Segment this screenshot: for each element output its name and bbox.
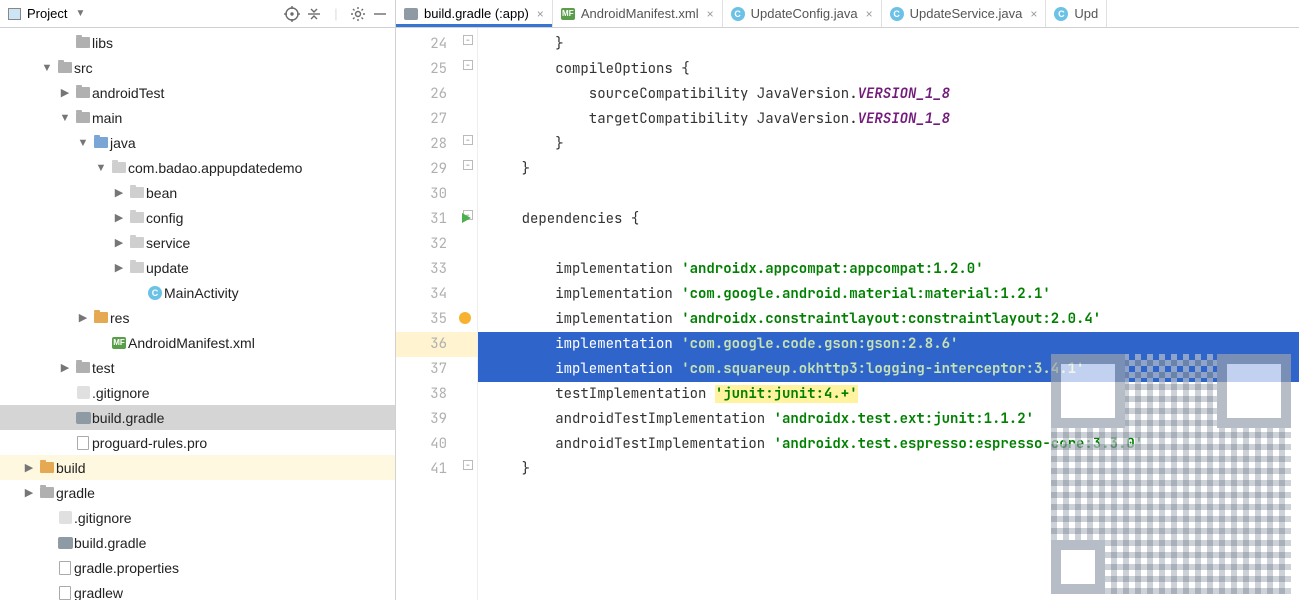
code-area[interactable]: − − − − − − 24 25 26 27 28 29 30 31 32 3… [396, 28, 1299, 600]
line-number: 26 [396, 82, 477, 107]
line-number: 30 [396, 182, 477, 207]
sidebar-title-label: Project [27, 6, 67, 21]
line-number: 39 [396, 407, 477, 432]
tab-updateservice[interactable]: CUpdateService.java× [882, 0, 1047, 27]
tree-folder-libs[interactable]: libs [0, 30, 395, 55]
bulb-icon[interactable] [459, 312, 471, 324]
tree-file-proguard[interactable]: proguard-rules.pro [0, 430, 395, 455]
tree-file-gradleProps[interactable]: gradle.properties [0, 555, 395, 580]
tree-file-gitignore-app[interactable]: .gitignore [0, 380, 395, 405]
tab-label: Upd [1074, 6, 1098, 21]
code-line: targetCompatibility JavaVersion.VERSION_… [478, 107, 1299, 132]
tree-package[interactable]: ▼com.badao.appupdatedemo [0, 155, 395, 180]
line-number: 31 [396, 207, 477, 232]
sidebar-title[interactable]: Project ▼ [4, 4, 89, 23]
line-number: 24 [396, 32, 477, 57]
tree-folder-src[interactable]: ▼src [0, 55, 395, 80]
code-line: } [478, 157, 1299, 182]
code-line [478, 232, 1299, 257]
tab-label: build.gradle (:app) [424, 6, 529, 21]
code-body[interactable]: } compileOptions { sourceCompatibility J… [478, 28, 1299, 600]
line-number: 40 [396, 432, 477, 457]
tab-upd[interactable]: CUpd [1046, 0, 1107, 27]
tree-folder-build[interactable]: ▶build [0, 455, 395, 480]
code-line: } [478, 32, 1299, 57]
tree-folder-service[interactable]: ▶service [0, 230, 395, 255]
dropdown-icon: ▼ [75, 8, 85, 19]
line-number: 38 [396, 382, 477, 407]
code-line: } [478, 457, 1299, 482]
divider-icon: | [325, 3, 347, 25]
code-line: implementation 'androidx.constraintlayou… [478, 307, 1299, 332]
tree-folder-androidTest[interactable]: ▶androidTest [0, 80, 395, 105]
line-number: 29 [396, 157, 477, 182]
line-number: 37 [396, 357, 477, 382]
line-number: 32 [396, 232, 477, 257]
hide-icon[interactable] [369, 3, 391, 25]
line-number: 25 [396, 57, 477, 82]
tab-label: UpdateService.java [910, 6, 1023, 21]
sidebar-header: Project ▼ | [0, 0, 395, 28]
collapse-icon[interactable] [303, 3, 325, 25]
tab-updateconfig[interactable]: CUpdateConfig.java× [723, 0, 882, 27]
close-icon[interactable]: × [1030, 7, 1037, 21]
code-line: compileOptions { [478, 57, 1299, 82]
tree-file-buildGradle-app[interactable]: build.gradle [0, 405, 395, 430]
tree-folder-java[interactable]: ▼java [0, 130, 395, 155]
code-line: implementation 'com.squareup.okhttp3:log… [478, 357, 1299, 382]
code-line: } [478, 132, 1299, 157]
tab-manifest[interactable]: MFAndroidManifest.xml× [553, 0, 723, 27]
code-line: androidTestImplementation 'androidx.test… [478, 407, 1299, 432]
tree-folder-gradle[interactable]: ▶gradle [0, 480, 395, 505]
project-tree: libs ▼src ▶androidTest ▼main ▼java ▼com.… [0, 28, 395, 600]
line-number: 41 [396, 457, 477, 482]
close-icon[interactable]: × [866, 7, 873, 21]
code-line: sourceCompatibility JavaVersion.VERSION_… [478, 82, 1299, 107]
code-line [478, 182, 1299, 207]
run-icon[interactable] [462, 213, 471, 223]
tree-file-buildGradle-root[interactable]: build.gradle [0, 530, 395, 555]
code-line: testImplementation 'junit:junit:4.+' [478, 382, 1299, 407]
tree-folder-bean[interactable]: ▶bean [0, 180, 395, 205]
tree-folder-res[interactable]: ▶res [0, 305, 395, 330]
gutter: − − − − − − 24 25 26 27 28 29 30 31 32 3… [396, 28, 478, 600]
editor-tabs: build.gradle (:app)× MFAndroidManifest.x… [396, 0, 1299, 28]
line-number: 34 [396, 282, 477, 307]
tab-label: UpdateConfig.java [751, 6, 858, 21]
tab-label: AndroidManifest.xml [581, 6, 699, 21]
editor-pane: build.gradle (:app)× MFAndroidManifest.x… [396, 0, 1299, 600]
line-number: 28 [396, 132, 477, 157]
tree-folder-update[interactable]: ▶update [0, 255, 395, 280]
line-number: 36 [396, 332, 477, 357]
tree-file-gradlew[interactable]: gradlew [0, 580, 395, 600]
code-line: implementation 'com.google.android.mater… [478, 282, 1299, 307]
code-line: dependencies { [478, 207, 1299, 232]
line-number: 35 [396, 307, 477, 332]
tab-build-gradle[interactable]: build.gradle (:app) × [396, 0, 553, 27]
target-icon[interactable] [281, 3, 303, 25]
tree-file-mainActivity[interactable]: CMainActivity [0, 280, 395, 305]
line-number: 27 [396, 107, 477, 132]
tree-folder-config[interactable]: ▶config [0, 205, 395, 230]
code-line: androidTestImplementation 'androidx.test… [478, 432, 1299, 457]
project-icon [8, 8, 21, 20]
tree-file-gitignore-root[interactable]: .gitignore [0, 505, 395, 530]
close-icon[interactable]: × [537, 7, 544, 21]
code-line: implementation 'com.google.code.gson:gso… [478, 332, 1299, 357]
tree-folder-main[interactable]: ▼main [0, 105, 395, 130]
code-line: implementation 'androidx.appcompat:appco… [478, 257, 1299, 282]
tree-folder-test[interactable]: ▶test [0, 355, 395, 380]
gear-icon[interactable] [347, 3, 369, 25]
project-sidebar: Project ▼ | libs ▼src ▶androidTest ▼main… [0, 0, 396, 600]
line-number: 33 [396, 257, 477, 282]
tree-file-manifest[interactable]: MFAndroidManifest.xml [0, 330, 395, 355]
close-icon[interactable]: × [707, 7, 714, 21]
